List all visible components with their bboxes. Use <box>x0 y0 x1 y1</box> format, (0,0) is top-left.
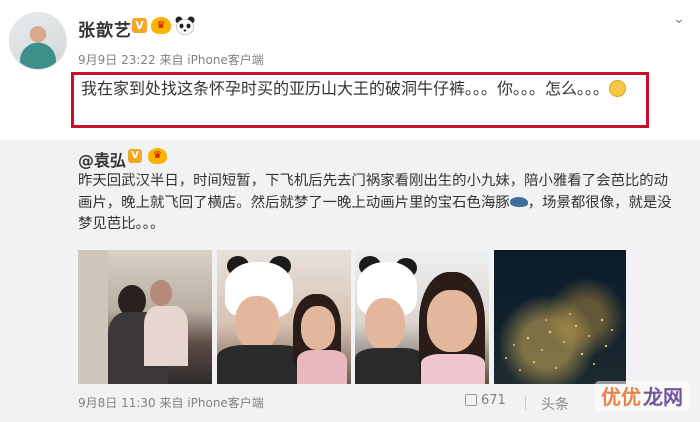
vip-crown-icon: ♛ <box>148 148 167 164</box>
watermark-logo: 优优 龙网 <box>595 381 690 411</box>
panda-icon <box>175 16 195 35</box>
verified-v-icon: V <box>132 18 147 33</box>
share-count: 671 <box>481 393 506 408</box>
photo-thumbnail[interactable] <box>494 250 626 384</box>
svg-text:龙网: 龙网 <box>643 385 683 409</box>
repost-meta: 9月8日 11:30 来自 iPhone客户端 <box>78 396 264 410</box>
dolphin-icon <box>509 196 528 207</box>
verified-v-icon: V <box>128 149 142 163</box>
svg-text:优优: 优优 <box>601 385 641 409</box>
author-name[interactable]: 张歆艺 <box>78 16 132 41</box>
photo-thumbnail[interactable] <box>355 250 489 384</box>
highlight-box <box>71 72 649 128</box>
author-avatar[interactable] <box>9 12 67 70</box>
watermark-text: 头条 <box>541 397 569 413</box>
photo-thumbnail[interactable] <box>217 250 351 384</box>
divider <box>525 396 526 410</box>
post-meta: 9月9日 23:22 来自 iPhone客户端 <box>78 53 264 67</box>
share-button[interactable]: 671 <box>465 393 506 408</box>
chevron-down-icon[interactable]: ⌄ <box>668 10 690 28</box>
repost-text: 昨天回武汉半日，时间短暂，下飞机后先去门祸家看刚出生的小九妹，陪小雅看了会芭比的… <box>78 171 682 236</box>
repost-author[interactable]: @袁弘 <box>78 147 126 171</box>
vip-crown-icon: ♛ <box>151 17 171 34</box>
share-icon <box>465 394 477 406</box>
photo-thumbnail[interactable] <box>78 250 212 384</box>
city-lights-graphic <box>505 313 613 371</box>
